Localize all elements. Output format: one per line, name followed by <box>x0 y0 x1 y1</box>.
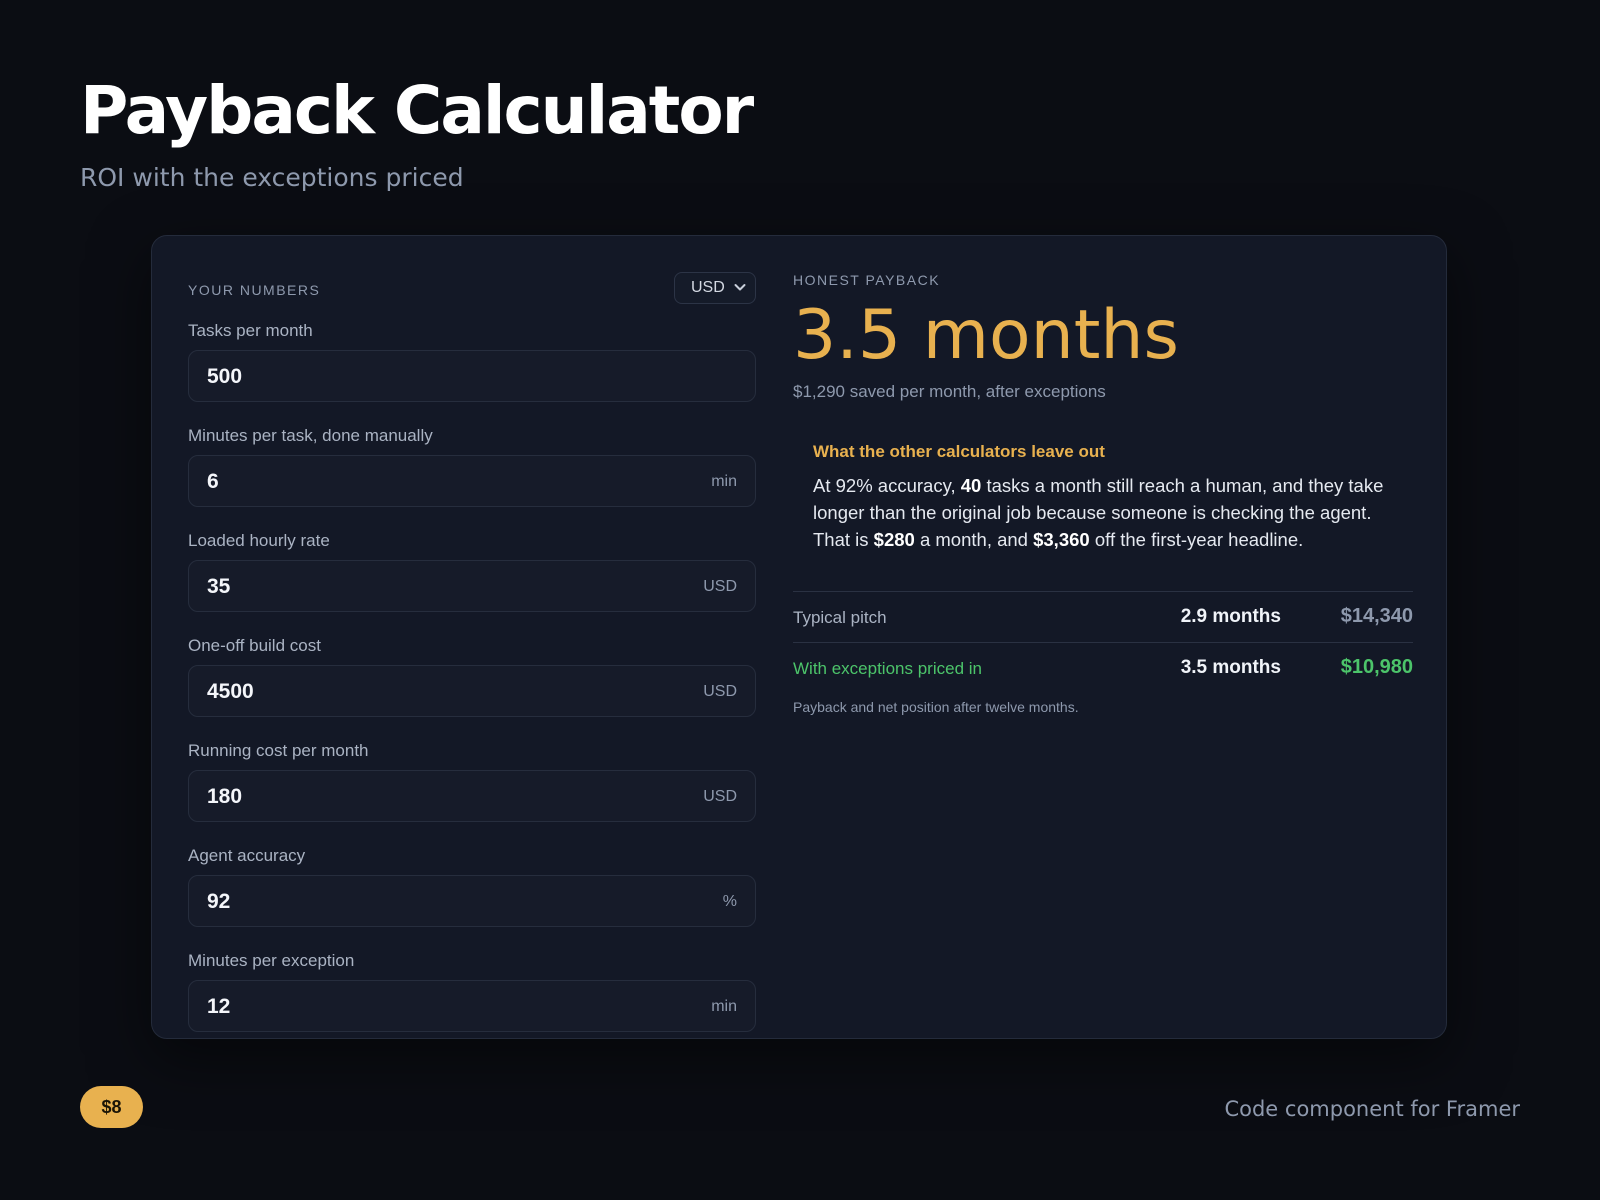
input-value: 92 <box>207 890 231 913</box>
currency-select-value: USD <box>691 279 725 296</box>
chevron-down-icon <box>734 284 746 291</box>
callout-title: What the other calculators leave out <box>813 442 1105 461</box>
field-label: Running cost per month <box>188 741 369 760</box>
field-minutes-per-task: Minutes per task, done manually 6 min <box>188 426 756 507</box>
field-build-cost: One-off build cost 4500 USD <box>188 636 756 717</box>
field-tasks-per-month: Tasks per month 500 <box>188 321 756 402</box>
field-label: Minutes per exception <box>188 951 355 970</box>
agent-accuracy-input[interactable]: 92 % <box>188 875 756 927</box>
comparison-label: Typical pitch <box>793 608 887 627</box>
callout-text: a month, and <box>914 529 1034 550</box>
comparison-months: 2.9 months <box>1180 606 1281 627</box>
saved-per-month: $1,290 saved per month, after exceptions <box>793 382 1106 401</box>
input-value: 6 <box>207 470 219 493</box>
page-title: Payback Calculator <box>80 72 754 149</box>
field-running-cost: Running cost per month 180 USD <box>188 741 756 822</box>
callout-text: off the first-year headline. <box>1089 529 1304 550</box>
hourly-rate-input[interactable]: 35 USD <box>188 560 756 612</box>
exceptions-callout: What the other calculators leave out At … <box>793 442 1413 553</box>
result-section-label: HONEST PAYBACK <box>793 272 941 288</box>
comparison-row-exceptions: With exceptions priced in 3.5 months $10… <box>793 643 1413 693</box>
inputs-header: YOUR NUMBERS USD <box>188 272 756 304</box>
build-cost-input[interactable]: 4500 USD <box>188 665 756 717</box>
input-unit: min <box>711 998 737 1015</box>
input-value: 12 <box>207 995 231 1018</box>
payback-value: 3.5 months <box>793 296 1179 375</box>
input-unit: % <box>722 893 737 910</box>
currency-select[interactable]: USD <box>674 272 756 304</box>
page-subtitle: ROI with the exceptions priced <box>80 163 464 192</box>
input-fields: Tasks per month 500 Minutes per task, do… <box>188 321 756 1032</box>
calculator-card: YOUR NUMBERS USD Tasks per month 500 Min… <box>151 235 1447 1039</box>
comparison-row-typical: Typical pitch 2.9 months $14,340 <box>793 592 1413 643</box>
input-unit: min <box>711 473 737 490</box>
input-value: 500 <box>207 365 243 388</box>
result-panel: HONEST PAYBACK 3.5 months $1,290 saved p… <box>793 272 1413 715</box>
tasks-per-month-input[interactable]: 500 <box>188 350 756 402</box>
callout-body: At 92% accuracy, 40 tasks a month still … <box>813 472 1413 553</box>
price-badge: $8 <box>80 1086 143 1128</box>
input-value: 35 <box>207 575 231 598</box>
field-hourly-rate: Loaded hourly rate 35 USD <box>188 531 756 612</box>
field-minutes-per-exception: Minutes per exception 12 min <box>188 951 756 1032</box>
monthly-exception-cost: $280 <box>873 529 915 550</box>
comparison-label: With exceptions priced in <box>793 659 982 678</box>
exceptions-count: 40 <box>960 475 982 496</box>
input-unit: USD <box>703 788 737 805</box>
field-agent-accuracy: Agent accuracy 92 % <box>188 846 756 927</box>
inputs-section-label: YOUR NUMBERS <box>188 282 321 298</box>
field-label: Minutes per task, done manually <box>188 426 433 445</box>
minutes-per-task-input[interactable]: 6 min <box>188 455 756 507</box>
inputs-panel: YOUR NUMBERS USD Tasks per month 500 Min… <box>188 272 756 1056</box>
comparison-table: Typical pitch 2.9 months $14,340 With ex… <box>793 591 1413 693</box>
comparison-net: $14,340 <box>1340 605 1413 627</box>
footer-note: Code component for Framer <box>1224 1097 1520 1121</box>
comparison-months: 3.5 months <box>1180 657 1281 678</box>
comparison-note: Payback and net position after twelve mo… <box>793 699 1079 715</box>
minutes-per-exception-input[interactable]: 12 min <box>188 980 756 1032</box>
input-value: 180 <box>207 785 243 808</box>
field-label: Loaded hourly rate <box>188 531 330 550</box>
field-label: Agent accuracy <box>188 846 306 865</box>
field-label: One-off build cost <box>188 636 321 655</box>
callout-text: At 92% accuracy, <box>813 475 961 496</box>
comparison-net: $10,980 <box>1340 656 1413 678</box>
field-label: Tasks per month <box>188 321 313 340</box>
input-unit: USD <box>703 578 737 595</box>
input-unit: USD <box>703 683 737 700</box>
input-value: 4500 <box>207 680 254 703</box>
yearly-exception-cost: $3,360 <box>1033 529 1090 550</box>
running-cost-input[interactable]: 180 USD <box>188 770 756 822</box>
